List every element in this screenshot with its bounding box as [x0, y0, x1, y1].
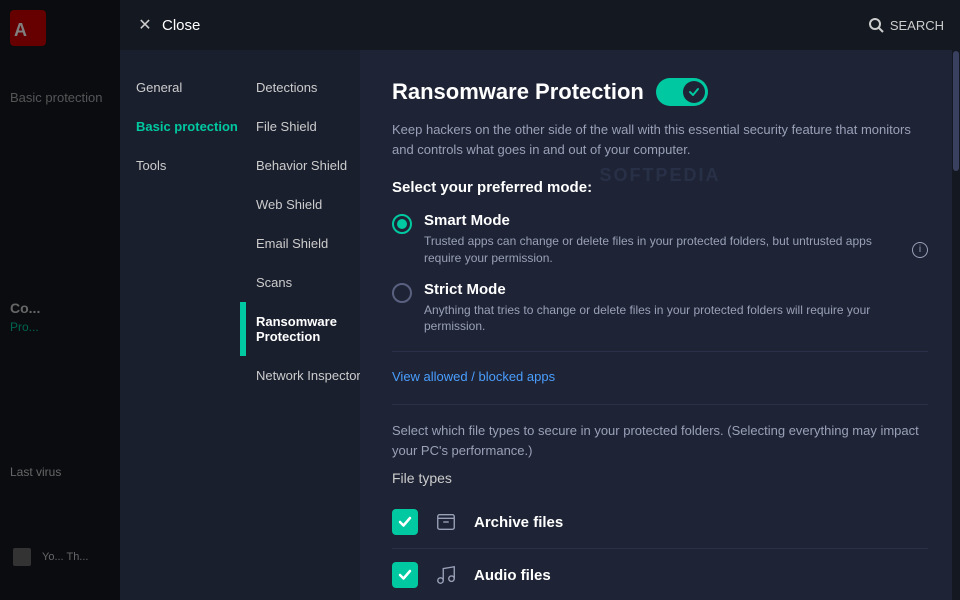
- file-row-archive: Archive files: [392, 496, 928, 549]
- smart-mode-name: Smart Mode: [424, 212, 928, 229]
- file-types-intro: Select which file types to secure in you…: [392, 421, 928, 460]
- audio-file-icon: [432, 561, 460, 589]
- sidebar-item-basic-protection[interactable]: Basic protection: [120, 107, 240, 146]
- audio-checkbox[interactable]: [392, 562, 418, 588]
- right-content: SOFTPEDIA Ransomware Protection Keep hac…: [360, 50, 960, 600]
- close-button[interactable]: ✕ Close: [136, 16, 200, 34]
- divider-2: [392, 404, 928, 405]
- modal-body: General Basic protection Tools Detection…: [120, 50, 960, 600]
- strict-mode-radio[interactable]: [392, 283, 412, 303]
- strict-mode-option[interactable]: Strict Mode Anything that tries to chang…: [392, 281, 928, 336]
- file-row-audio: Audio files: [392, 549, 928, 600]
- toggle-button[interactable]: [656, 78, 708, 106]
- strict-mode-desc: Anything that tries to change or delete …: [424, 302, 928, 336]
- archive-file-icon: [432, 508, 460, 536]
- divider-1: [392, 351, 928, 352]
- sidebar-item-tools[interactable]: Tools: [120, 146, 240, 185]
- sidebar-item-network-inspector[interactable]: Network Inspector: [240, 356, 360, 395]
- smart-mode-option[interactable]: Smart Mode Trusted apps can change or de…: [392, 212, 928, 267]
- scroll-indicator[interactable]: [952, 50, 960, 600]
- section-title: Ransomware Protection: [392, 79, 644, 105]
- audio-checkmark: [398, 568, 412, 582]
- smart-mode-info-icon[interactable]: i: [912, 242, 928, 258]
- smart-mode-radio-inner: [397, 219, 407, 229]
- modal-dialog: ✕ Close SEARCH General Basic protection …: [120, 0, 960, 600]
- nav-col-2: Detections File Shield Behavior Shield W…: [240, 60, 360, 403]
- file-types-label: File types: [392, 470, 928, 486]
- sidebar-item-ransomware-protection[interactable]: RansomwareProtection: [240, 302, 360, 356]
- section-title-row: Ransomware Protection: [392, 78, 928, 106]
- search-area[interactable]: SEARCH: [868, 17, 944, 33]
- archive-checkmark: [398, 515, 412, 529]
- archive-checkbox[interactable]: [392, 509, 418, 535]
- nav-columns: General Basic protection Tools Detection…: [120, 60, 360, 403]
- left-nav: General Basic protection Tools Detection…: [120, 50, 360, 600]
- view-allowed-link[interactable]: View allowed / blocked apps: [392, 369, 555, 384]
- archive-file-label: Archive files: [474, 514, 563, 531]
- close-icon: ✕: [136, 16, 154, 34]
- section-description: Keep hackers on the other side of the wa…: [392, 120, 928, 159]
- search-icon: [868, 17, 884, 33]
- smart-mode-text: Smart Mode Trusted apps can change or de…: [424, 212, 928, 267]
- modal-header: ✕ Close SEARCH: [120, 0, 960, 50]
- sidebar-item-web-shield[interactable]: Web Shield: [240, 185, 360, 224]
- search-label: SEARCH: [890, 18, 944, 33]
- sidebar-item-behavior-shield[interactable]: Behavior Shield: [240, 146, 360, 185]
- smart-mode-radio[interactable]: [392, 214, 412, 234]
- close-label: Close: [162, 17, 200, 34]
- sidebar-item-file-shield[interactable]: File Shield: [240, 107, 360, 146]
- smart-mode-desc: Trusted apps can change or delete files …: [424, 233, 928, 267]
- audio-file-label: Audio files: [474, 567, 551, 584]
- strict-mode-text: Strict Mode Anything that tries to chang…: [424, 281, 928, 336]
- mode-select-label: Select your preferred mode:: [392, 179, 928, 196]
- sidebar-item-general[interactable]: General: [120, 68, 240, 107]
- toggle-knob: [683, 81, 705, 103]
- nav-col-1: General Basic protection Tools: [120, 60, 240, 403]
- sidebar-item-scans[interactable]: Scans: [240, 263, 360, 302]
- scroll-thumb: [953, 51, 959, 171]
- checkmark-icon: [688, 86, 700, 98]
- sidebar-item-detections[interactable]: Detections: [240, 68, 360, 107]
- sidebar-item-email-shield[interactable]: Email Shield: [240, 224, 360, 263]
- strict-mode-name: Strict Mode: [424, 281, 928, 298]
